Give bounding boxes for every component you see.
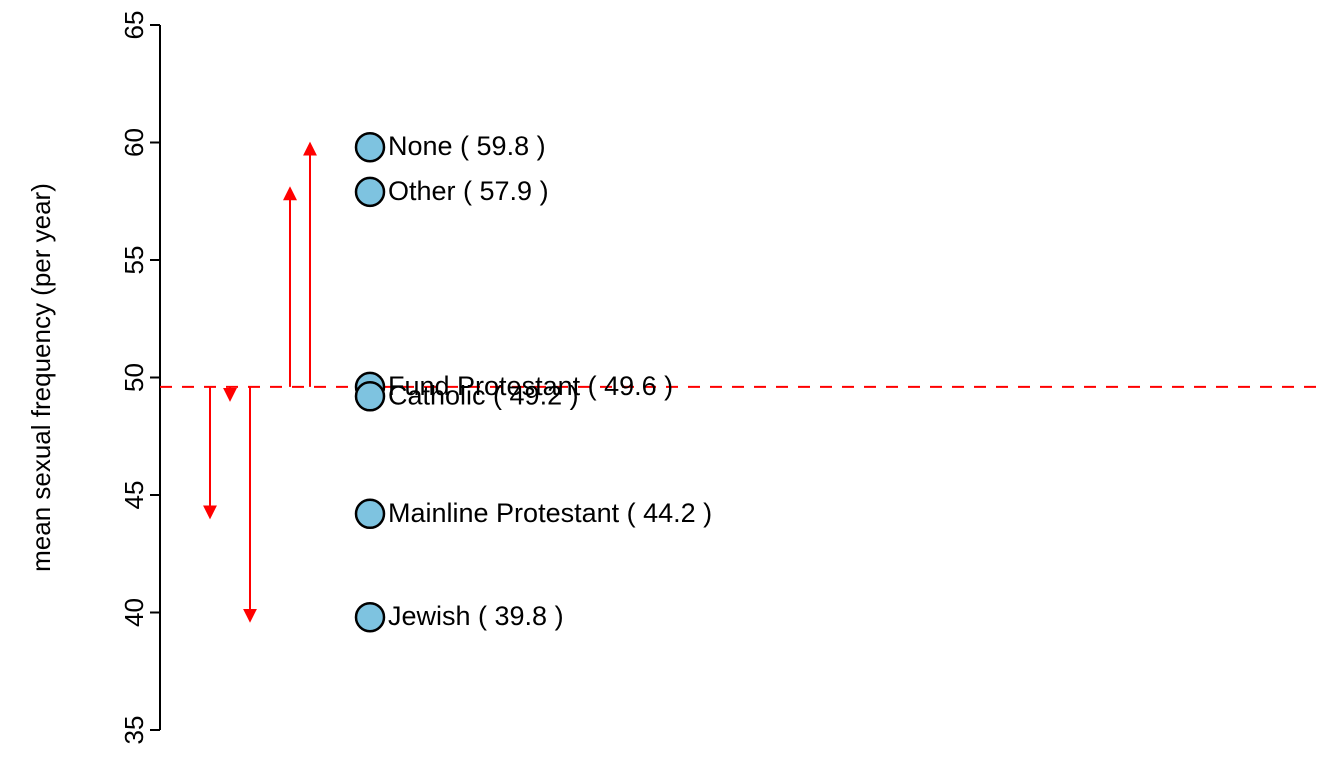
y-axis-label: mean sexual frequency (per year) bbox=[26, 183, 56, 572]
data-point-label: None ( 59.8 ) bbox=[388, 131, 546, 161]
data-point bbox=[356, 500, 384, 528]
data-point-label: Other ( 57.9 ) bbox=[388, 176, 549, 206]
data-point bbox=[356, 178, 384, 206]
y-tick-label: 50 bbox=[119, 363, 149, 392]
data-point bbox=[356, 133, 384, 161]
y-tick-label: 45 bbox=[119, 481, 149, 510]
chart: 35 40 45 50 55 60 65 mean sexual frequency (per… bbox=[0, 0, 1344, 768]
data-point bbox=[356, 382, 384, 410]
y-tick-label: 65 bbox=[119, 11, 149, 40]
y-tick-label: 60 bbox=[119, 128, 149, 157]
data-point bbox=[356, 603, 384, 631]
y-tick-label: 40 bbox=[119, 598, 149, 627]
y-tick-label: 35 bbox=[119, 716, 149, 745]
y-tick-label: 55 bbox=[119, 246, 149, 275]
data-point-label: Jewish ( 39.8 ) bbox=[388, 601, 564, 631]
data-point-label: Mainline Protestant ( 44.2 ) bbox=[388, 498, 712, 528]
data-point-label: Catholic ( 49.2 ) bbox=[388, 380, 579, 410]
